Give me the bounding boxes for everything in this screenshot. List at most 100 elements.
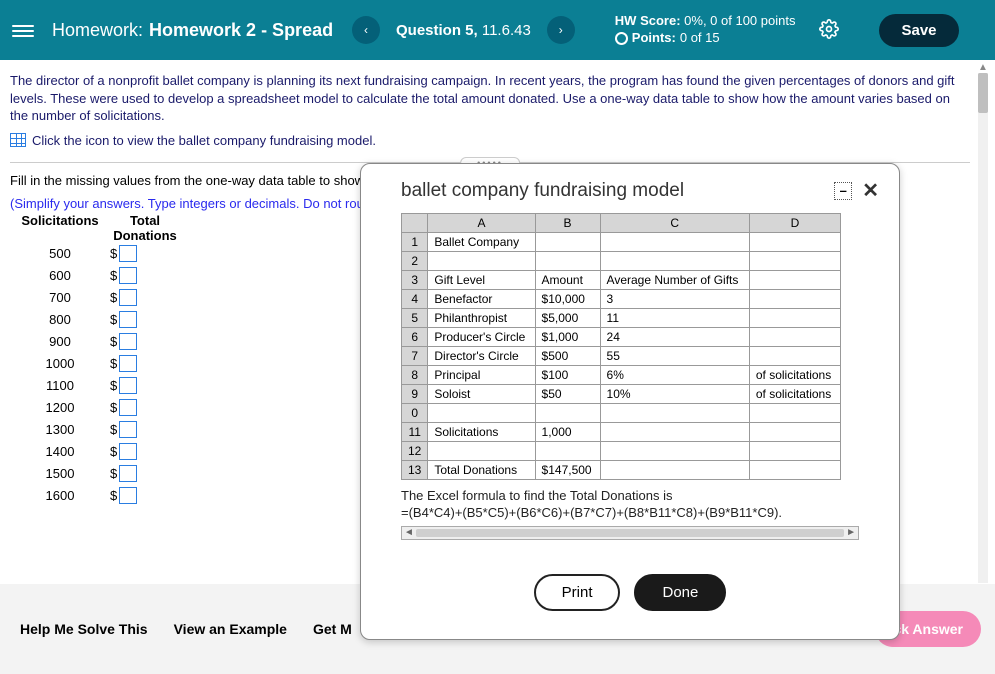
- sheet-row: 13Total Donations$147,500: [402, 461, 841, 480]
- sheet-row: 5Philanthropist$5,00011: [402, 309, 841, 328]
- model-dialog: ballet company fundraising model – ✕ ABC…: [360, 163, 900, 640]
- prev-question-button[interactable]: ‹: [352, 16, 380, 44]
- col-header: D: [749, 214, 840, 233]
- sheet-row: 7Director's Circle$50055: [402, 347, 841, 366]
- solicitations-value: 500: [10, 246, 110, 261]
- donation-input[interactable]: [119, 311, 137, 328]
- row-number: 12: [402, 442, 428, 461]
- cell-d: [749, 271, 840, 290]
- row-number: 0: [402, 404, 428, 423]
- donation-input[interactable]: [119, 377, 137, 394]
- solicitations-value: 1400: [10, 444, 110, 459]
- print-button[interactable]: Print: [534, 574, 621, 611]
- help-solve-button[interactable]: Help Me Solve This: [20, 621, 148, 637]
- cell-b: $50: [535, 385, 600, 404]
- spreadsheet-model: ABCD 1Ballet Company23Gift LevelAmountAv…: [401, 213, 841, 480]
- cell-d: [749, 328, 840, 347]
- close-button[interactable]: ✕: [862, 178, 879, 203]
- cell-c: [600, 461, 749, 480]
- solicitations-value: 1000: [10, 356, 110, 371]
- cell-d: of solicitations: [749, 385, 840, 404]
- hw-label: Homework:: [52, 20, 143, 41]
- score-block: HW Score: 0%, 0 of 100 points Points: 0 …: [615, 13, 796, 47]
- donation-input[interactable]: [119, 487, 137, 504]
- menu-icon[interactable]: [12, 22, 34, 38]
- cell-a: Gift Level: [428, 271, 535, 290]
- dollar-sign: $: [110, 356, 117, 371]
- donation-input[interactable]: [119, 267, 137, 284]
- cell-c: Average Number of Gifts: [600, 271, 749, 290]
- sheet-row: 2: [402, 252, 841, 271]
- sheet-row: 8Principal$1006%of solicitations: [402, 366, 841, 385]
- row-number: 4: [402, 290, 428, 309]
- view-example-button[interactable]: View an Example: [174, 621, 287, 637]
- dollar-sign: $: [110, 268, 117, 283]
- donation-input[interactable]: [119, 465, 137, 482]
- cell-b: [535, 404, 600, 423]
- cell-a: Total Donations: [428, 461, 535, 480]
- col-header: B: [535, 214, 600, 233]
- solicitations-value: 800: [10, 312, 110, 327]
- row-number: 11: [402, 423, 428, 442]
- minimize-button[interactable]: –: [834, 182, 852, 200]
- horizontal-scrollbar[interactable]: ◄►: [401, 526, 859, 540]
- model-hint-text: Click the icon to view the ballet compan…: [32, 133, 376, 148]
- cell-d: of solicitations: [749, 366, 840, 385]
- get-more-button[interactable]: Get M: [313, 621, 352, 637]
- cell-d: [749, 347, 840, 366]
- cell-a: Director's Circle: [428, 347, 535, 366]
- cell-a: [428, 252, 535, 271]
- row-number: 9: [402, 385, 428, 404]
- donation-input[interactable]: [119, 245, 137, 262]
- sheet-row: 4Benefactor$10,0003: [402, 290, 841, 309]
- solicitations-value: 1500: [10, 466, 110, 481]
- dollar-sign: $: [110, 246, 117, 261]
- col-donations: Total Donations: [110, 213, 180, 243]
- sheet-row: 1Ballet Company: [402, 233, 841, 252]
- cell-d: [749, 461, 840, 480]
- row-number: 5: [402, 309, 428, 328]
- row-number: 7: [402, 347, 428, 366]
- cell-c: 55: [600, 347, 749, 366]
- cell-b: [535, 252, 600, 271]
- col-header: [402, 214, 428, 233]
- cell-c: 10%: [600, 385, 749, 404]
- donation-input[interactable]: [119, 443, 137, 460]
- solicitations-value: 1600: [10, 488, 110, 503]
- cell-c: 11: [600, 309, 749, 328]
- row-number: 1: [402, 233, 428, 252]
- sheet-row: 9Soloist$5010%of solicitations: [402, 385, 841, 404]
- dollar-sign: $: [110, 444, 117, 459]
- col-header: C: [600, 214, 749, 233]
- spreadsheet-icon[interactable]: [10, 133, 26, 147]
- save-button[interactable]: Save: [879, 14, 958, 47]
- sheet-row: 12: [402, 442, 841, 461]
- donation-input[interactable]: [119, 289, 137, 306]
- cell-a: Philanthropist: [428, 309, 535, 328]
- done-button[interactable]: Done: [634, 574, 726, 611]
- row-number: 13: [402, 461, 428, 480]
- homework-title: Homework: Homework 2 - Spread...: [52, 20, 332, 41]
- donation-input[interactable]: [119, 421, 137, 438]
- cell-d: [749, 252, 840, 271]
- gear-icon[interactable]: [819, 19, 839, 42]
- dollar-sign: $: [110, 378, 117, 393]
- cell-a: Principal: [428, 366, 535, 385]
- cell-a: Producer's Circle: [428, 328, 535, 347]
- cell-b: $5,000: [535, 309, 600, 328]
- dialog-title: ballet company fundraising model: [401, 180, 684, 202]
- question-nav: ‹ Question 5, 11.6.43 ›: [352, 16, 575, 44]
- next-question-button[interactable]: ›: [547, 16, 575, 44]
- donation-input[interactable]: [119, 355, 137, 372]
- cell-c: 24: [600, 328, 749, 347]
- cell-a: Benefactor: [428, 290, 535, 309]
- cell-b: Amount: [535, 271, 600, 290]
- dollar-sign: $: [110, 400, 117, 415]
- donation-input[interactable]: [119, 399, 137, 416]
- solicitations-value: 1100: [10, 378, 110, 393]
- sheet-row: 11Solicitations1,000: [402, 423, 841, 442]
- donation-input[interactable]: [119, 333, 137, 350]
- cell-c: [600, 252, 749, 271]
- dollar-sign: $: [110, 422, 117, 437]
- cell-a: Soloist: [428, 385, 535, 404]
